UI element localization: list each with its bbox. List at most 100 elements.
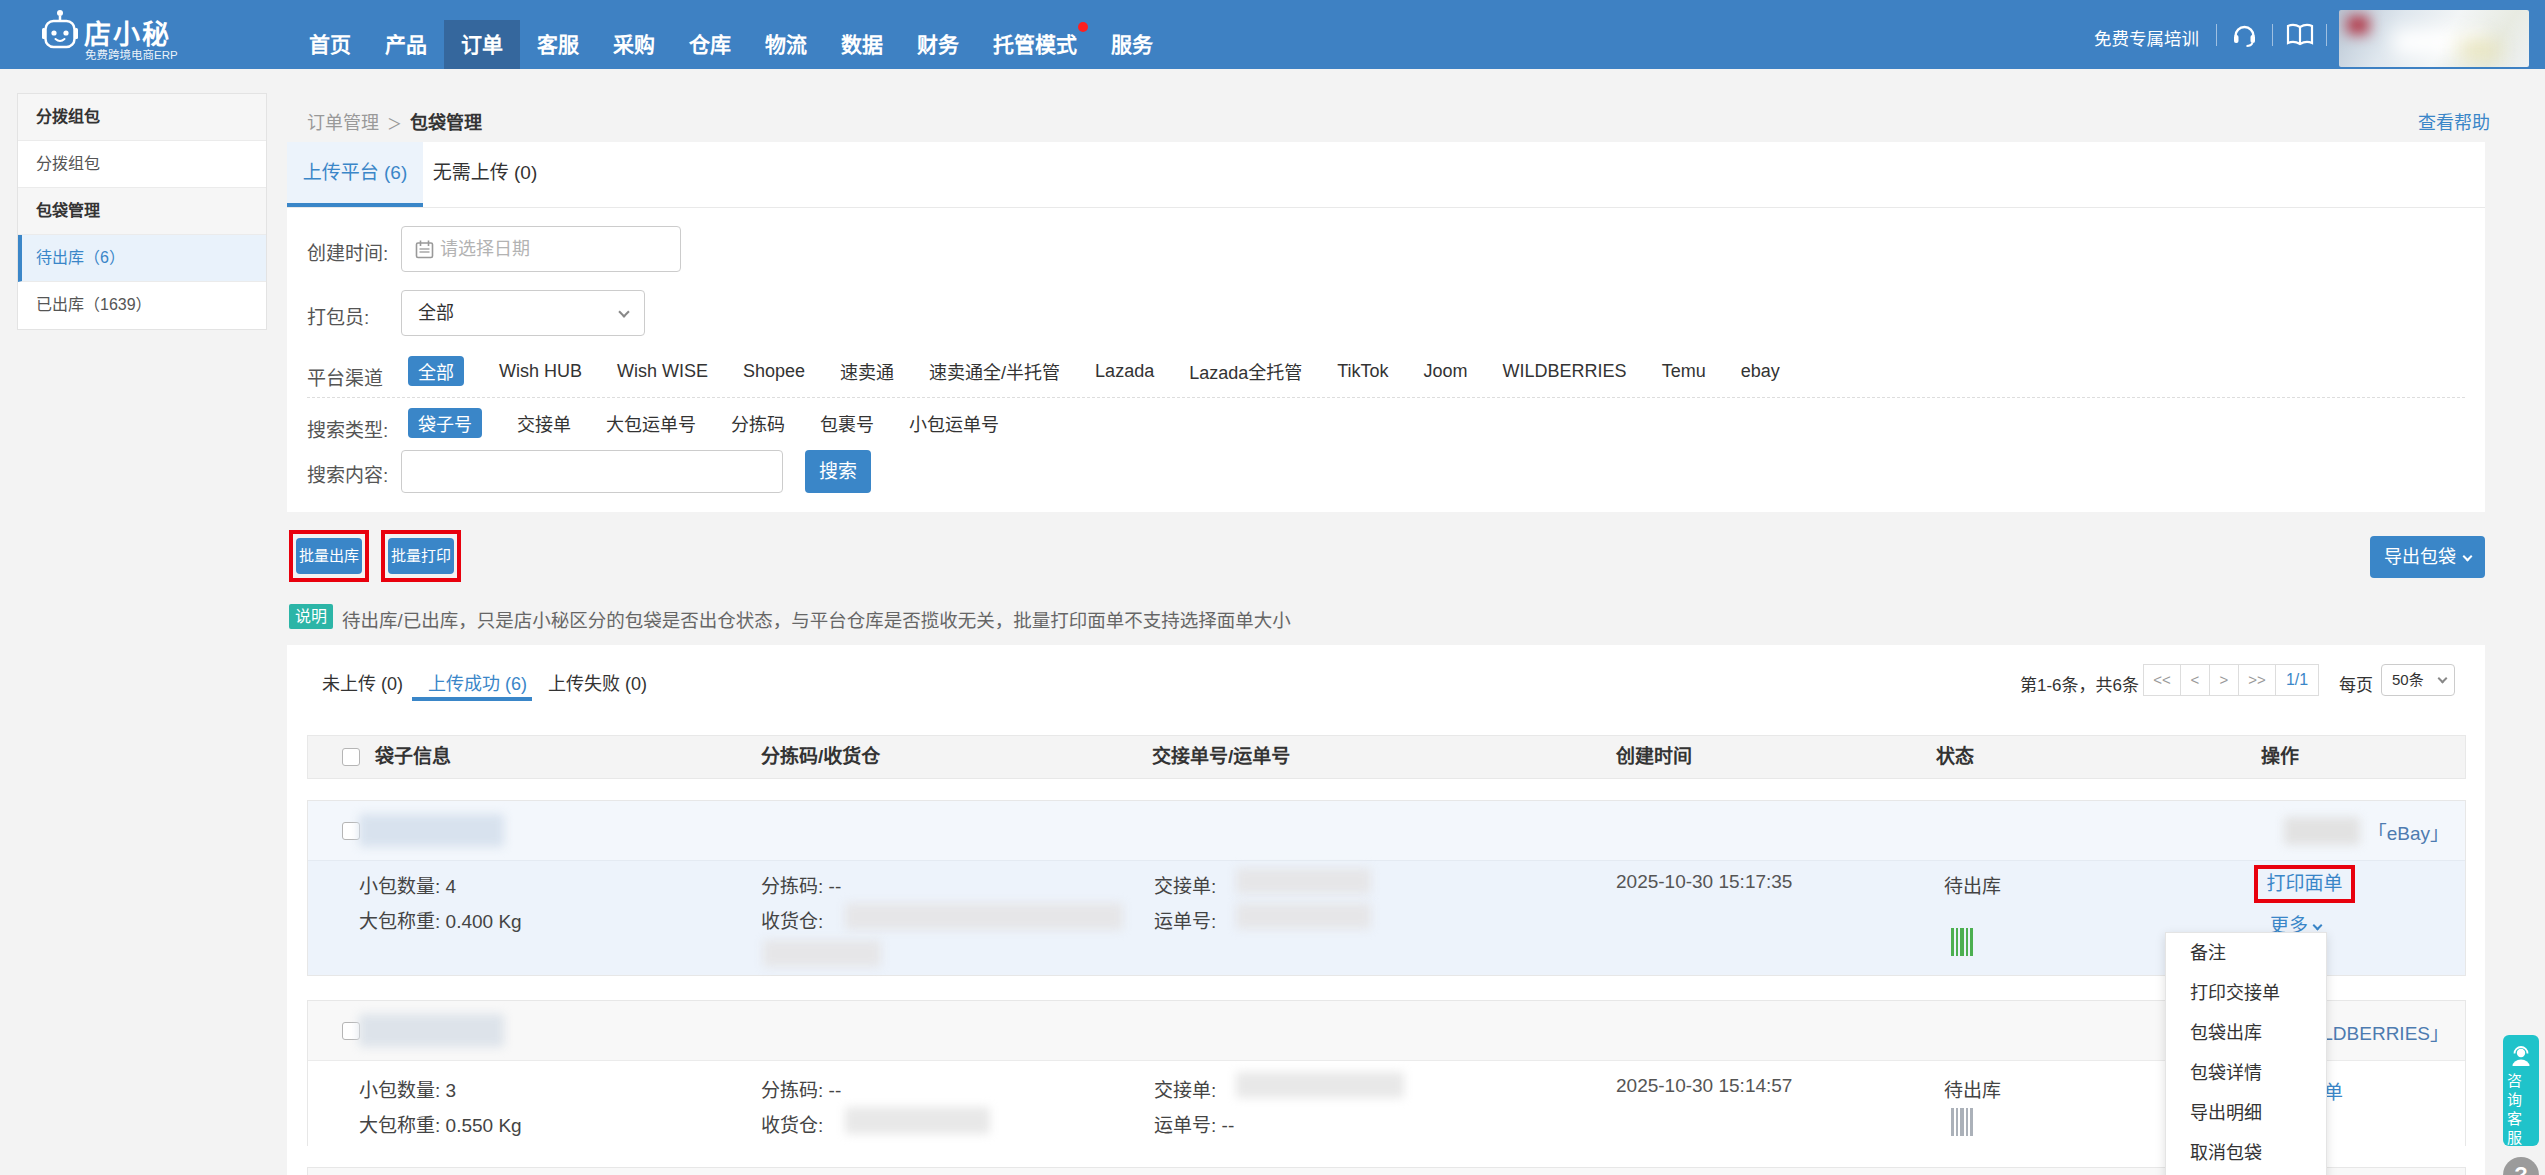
packer-label: 打包员: (307, 302, 369, 329)
bag-row: 「eBay」 小包数量: 4 大包称重: 0.400 Kg 分拣码: -- 收货… (307, 800, 2466, 976)
select-all-checkbox[interactable] (342, 748, 360, 766)
breadcrumb-parent[interactable]: 订单管理 (307, 113, 379, 133)
search-type-handover[interactable]: 交接单 (517, 410, 571, 436)
tab-upload-failed[interactable]: 上传失败 (0) (548, 669, 647, 695)
chevron-down-icon (618, 306, 629, 317)
search-type-label: 搜索类型: (307, 415, 388, 442)
calendar-icon (415, 240, 434, 259)
barcode-icon[interactable] (1951, 928, 1973, 956)
breadcrumb: 订单管理＞包袋管理 (307, 108, 482, 134)
search-type-sort-code[interactable]: 分拣码 (731, 410, 785, 436)
bag-weight: 大包称重: 0.550 Kg (359, 1110, 522, 1137)
sidebar: 分拨组包 分拨组包 包袋管理 待出库（6） 已出库（1639） (17, 93, 267, 330)
row-checkbox[interactable] (342, 1022, 360, 1040)
menu-item-export-detail[interactable]: 导出明细 (2166, 1093, 2326, 1133)
bag-row-body: 小包数量: 4 大包称重: 0.400 Kg 分拣码: -- 收货仓: 交接单:… (308, 861, 2465, 975)
tab-upload-platform[interactable]: 上传平台 (6) (287, 142, 423, 207)
platform-chip-all[interactable]: 全部 (408, 356, 464, 386)
headset-icon[interactable] (2231, 21, 2258, 48)
customer-service-label: 咨询客服 (2503, 1073, 2524, 1149)
manual-book-icon[interactable] (2286, 23, 2314, 47)
per-page-label: 每页 (2339, 671, 2373, 696)
search-type-parcel-no[interactable]: 包裹号 (820, 410, 874, 436)
tab-not-uploaded[interactable]: 未上传 (0) (322, 669, 403, 695)
packer-select[interactable]: 全部 (401, 290, 645, 336)
pagination-next-button[interactable]: > (2209, 664, 2239, 696)
per-page-value: 50条 (2392, 665, 2424, 695)
pagination-summary: 第1-6条，共6条 (2020, 671, 2139, 696)
tab-upload-platform-label: 上传平台 (6) (303, 162, 408, 183)
training-link[interactable]: 免费专属培训 (2094, 25, 2199, 50)
customer-service-float-button[interactable]: 咨询客服 (2503, 1035, 2539, 1146)
pagination-first-button[interactable]: << (2143, 664, 2181, 696)
store-name-redacted (2284, 817, 2360, 845)
annotation-box-batch-outbound (289, 530, 369, 582)
bag-row: 「WILDBERRIES」 小包数量: 3 大包称重: 0.550 Kg 分拣码… (307, 1000, 2466, 1146)
platform-chip-lazada[interactable]: Lazada (1095, 361, 1154, 382)
chevron-down-icon (2463, 552, 2473, 562)
platform-chip-wish-hub[interactable]: Wish HUB (499, 361, 582, 382)
sidebar-item-dispatch[interactable]: 分拨组包 (18, 141, 266, 188)
search-type-big-tracking[interactable]: 大包运单号 (606, 410, 696, 436)
search-type-bag-no[interactable]: 袋子号 (408, 408, 482, 438)
date-placeholder: 请选择日期 (440, 227, 530, 271)
menu-item-bag-detail[interactable]: 包袋详情 (2166, 1053, 2326, 1093)
per-page-select[interactable]: 50条 (2381, 664, 2455, 696)
pagination-controls: << < > >> 1/1 (2144, 664, 2319, 696)
dashed-divider (307, 397, 2465, 398)
nav-separator (2326, 24, 2327, 46)
platform-chip-wildberries[interactable]: WILDBERRIES (1503, 361, 1627, 382)
platform-chip-joom[interactable]: Joom (1424, 361, 1468, 382)
search-type-small-tracking[interactable]: 小包运单号 (909, 410, 999, 436)
barcode-icon[interactable] (1951, 1108, 1973, 1136)
annotation-box-batch-print (381, 530, 461, 582)
bag-id-redacted (359, 1014, 504, 1047)
view-help-link[interactable]: 查看帮助 (2418, 108, 2490, 134)
bag-weight: 大包称重: 0.400 Kg (359, 906, 522, 933)
user-account-area[interactable] (2339, 10, 2529, 67)
handover-label: 交接单: (1154, 871, 1216, 898)
sort-code: 分拣码: -- (761, 871, 841, 898)
menu-item-cancel-bag[interactable]: 取消包袋 (2166, 1133, 2326, 1173)
platform-label: 平台渠道 (307, 363, 383, 390)
bag-row-body: 小包数量: 3 大包称重: 0.550 Kg 分拣码: -- 收货仓: 交接单:… (308, 1061, 2465, 1146)
platform-chip-aliexpress[interactable]: 速卖通 (840, 358, 894, 384)
export-bags-button[interactable]: 导出包袋 (2370, 536, 2485, 578)
help-float-button[interactable]: ? (2503, 1157, 2539, 1175)
sort-code: 分拣码: -- (761, 1075, 841, 1102)
sidebar-item-pending-out[interactable]: 待出库（6） (18, 235, 266, 282)
platform-chip-temu[interactable]: Temu (1662, 361, 1706, 382)
store-info: 「eBay」 (2284, 817, 2449, 845)
bag-id-redacted (359, 814, 504, 847)
tab-upload-success[interactable]: 上传成功 (6) (428, 669, 527, 695)
row-checkbox[interactable] (342, 822, 360, 840)
pagination-last-button[interactable]: >> (2238, 664, 2276, 696)
platform-chip-lazada-managed[interactable]: Lazada全托管 (1189, 358, 1302, 384)
sidebar-item-shipped-out[interactable]: 已出库（1639） (18, 282, 266, 329)
pagination-prev-button[interactable]: < (2180, 664, 2210, 696)
col-created: 创建时间 (1616, 736, 1692, 778)
tracking-label: 运单号: (1154, 906, 1216, 933)
search-content-label: 搜索内容: (307, 460, 388, 487)
handover-label: 交接单: (1154, 1075, 1216, 1102)
search-button[interactable]: 搜索 (805, 450, 871, 493)
tab-no-upload[interactable]: 无需上传 (0) (423, 142, 547, 207)
menu-item-print-handover[interactable]: 打印交接单 (2166, 973, 2326, 1013)
platform-chip-tiktok[interactable]: TikTok (1337, 361, 1388, 382)
date-range-input[interactable]: 请选择日期 (401, 226, 681, 272)
platform-chip-shopee[interactable]: Shopee (743, 361, 805, 382)
platform-chip-ebay[interactable]: ebay (1741, 361, 1780, 382)
col-handover-tracking: 交接单号/运单号 (1152, 736, 1290, 778)
menu-item-bag-outbound[interactable]: 包袋出库 (2166, 1013, 2326, 1053)
warehouse-redacted (845, 903, 1123, 930)
platform-chip-wish-wise[interactable]: Wish WISE (617, 361, 708, 382)
platform-chip-aliexpress-managed[interactable]: 速卖通全/半托管 (929, 358, 1060, 384)
nav-separator (2216, 24, 2217, 46)
menu-item-remark[interactable]: 备注 (2166, 933, 2326, 973)
created-time: 2025-10-30 15:17:35 (1616, 871, 1792, 893)
breadcrumb-separator: ＞ (387, 115, 402, 132)
upload-tabs: 上传平台 (6) 无需上传 (0) (287, 142, 2485, 208)
print-label-link[interactable]: 打印面单 (2266, 873, 2342, 894)
search-input[interactable] (401, 450, 783, 493)
sidebar-group-dispatch: 分拨组包 (18, 94, 266, 141)
